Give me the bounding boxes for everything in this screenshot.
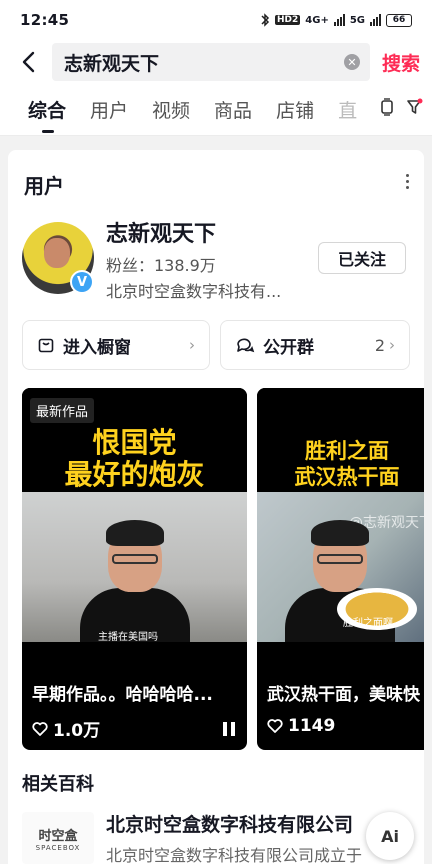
video-thumbnail: 主播在美国吗 bbox=[22, 492, 247, 642]
video-caption: 武汉热干面，美味快 bbox=[267, 685, 420, 705]
search-query[interactable]: 志新观天下 bbox=[64, 49, 344, 76]
ai-assistant-button[interactable]: Ai bbox=[366, 812, 414, 860]
hd-icon: HD2 bbox=[275, 15, 301, 25]
bag-icon bbox=[37, 336, 55, 354]
status-time: 12:45 bbox=[20, 11, 70, 29]
signal-icon bbox=[333, 14, 345, 26]
video-thumbnail: @志新观天下 胜利之面啊 bbox=[257, 492, 424, 642]
more-icon[interactable] bbox=[404, 174, 410, 189]
video-subtitle: 主播在美国吗 bbox=[98, 632, 158, 642]
video-likes-count: 1.0万 bbox=[53, 721, 101, 741]
plate-label: 胜利之面啊 bbox=[343, 618, 393, 629]
video-headline-line: 武汉热干面 bbox=[294, 465, 400, 489]
search-tabs: 综合 用户 视频 商品 店铺 直 bbox=[0, 84, 432, 136]
user-organization: 北京时空盒数字科技有... bbox=[106, 282, 282, 301]
status-icons: HD2 4G+ 5G 66 bbox=[260, 13, 412, 27]
signal-icon-2 bbox=[370, 14, 381, 26]
company-logo: 时空盒 SPACEBOX bbox=[22, 812, 94, 864]
search-input[interactable]: 志新观天下 ✕ bbox=[52, 43, 370, 81]
video-caption: 早期作品。。哈哈哈哈... bbox=[32, 685, 213, 705]
public-group-count: 2 bbox=[374, 335, 385, 355]
tab-videos[interactable]: 视频 bbox=[152, 96, 190, 123]
layout-toggle-icon[interactable] bbox=[380, 98, 394, 116]
tab-users[interactable]: 用户 bbox=[90, 96, 128, 123]
video-likes: 1149 bbox=[267, 716, 335, 736]
video-card[interactable]: 最新作品 恨国党 最好的炮灰 主播在美国吗 早期作品。。哈哈哈哈... 1.0万 bbox=[22, 388, 247, 750]
clear-icon[interactable]: ✕ bbox=[343, 54, 360, 70]
chat-group-icon bbox=[235, 336, 255, 354]
tab-products[interactable]: 商品 bbox=[214, 96, 252, 123]
filter-icon[interactable] bbox=[406, 98, 424, 116]
pause-icon[interactable] bbox=[223, 722, 235, 736]
battery-icon: 66 bbox=[386, 13, 412, 27]
chevron-right-icon: › bbox=[189, 336, 195, 354]
users-section-title: 用户 bbox=[24, 174, 64, 198]
user-name[interactable]: 志新观天下 bbox=[106, 216, 216, 248]
video-headline-line: 胜利之面 bbox=[305, 439, 389, 463]
network-5g-label: 5G bbox=[349, 14, 365, 26]
video-card[interactable]: 胜利之面 武汉热干面 @志新观天下 胜利之面啊 武汉热干面，美味快 1149 bbox=[257, 388, 424, 750]
latest-badge: 最新作品 bbox=[30, 398, 95, 423]
tab-tools bbox=[374, 98, 424, 116]
user-fans-count: 粉丝：138.9万 bbox=[106, 256, 216, 275]
status-bar: 12:45 HD2 4G+ 5G 66 bbox=[0, 0, 432, 40]
baike-entry-name[interactable]: 北京时空盒数字科技有限公司 bbox=[106, 810, 353, 837]
video-headline-line: 最好的炮灰 bbox=[64, 458, 205, 491]
search-bar: 志新观天下 ✕ 搜索 bbox=[0, 40, 432, 84]
tab-live[interactable]: 直 bbox=[338, 96, 357, 123]
video-headline-line: 恨国党 bbox=[92, 426, 177, 459]
back-arrow-icon bbox=[22, 51, 35, 73]
shop-window-button[interactable]: 进入橱窗 › bbox=[22, 320, 210, 370]
video-carousel: 最新作品 恨国党 最好的炮灰 主播在美国吗 早期作品。。哈哈哈哈... 1.0万… bbox=[22, 388, 424, 750]
tab-comprehensive[interactable]: 综合 bbox=[28, 96, 66, 133]
verified-badge-icon: V bbox=[70, 270, 94, 294]
public-group-label: 公开群 bbox=[263, 337, 314, 358]
results-card: 用户 V 志新观天下 粉丝：138.9万 北京时空盒数字科技有... 已关注 进… bbox=[8, 150, 424, 864]
public-group-button[interactable]: 公开群 2 › bbox=[220, 320, 410, 370]
follow-button[interactable]: 已关注 bbox=[318, 242, 406, 274]
chevron-right-icon: › bbox=[389, 336, 395, 354]
heart-icon bbox=[32, 721, 48, 736]
search-button[interactable]: 搜索 bbox=[382, 49, 420, 76]
heart-icon bbox=[267, 719, 283, 733]
tab-shops[interactable]: 店铺 bbox=[276, 96, 314, 123]
bluetooth-icon bbox=[261, 13, 270, 27]
shop-window-label: 进入橱窗 bbox=[63, 337, 131, 358]
back-button[interactable] bbox=[12, 46, 44, 78]
video-likes: 1.0万 bbox=[32, 716, 100, 741]
baike-section-title: 相关百科 bbox=[22, 774, 94, 795]
video-likes-count: 1149 bbox=[288, 716, 336, 736]
network-4g-label: 4G+ bbox=[305, 14, 329, 26]
baike-entry-description: 北京时空盒数字科技有限公司成立于 bbox=[106, 846, 363, 864]
